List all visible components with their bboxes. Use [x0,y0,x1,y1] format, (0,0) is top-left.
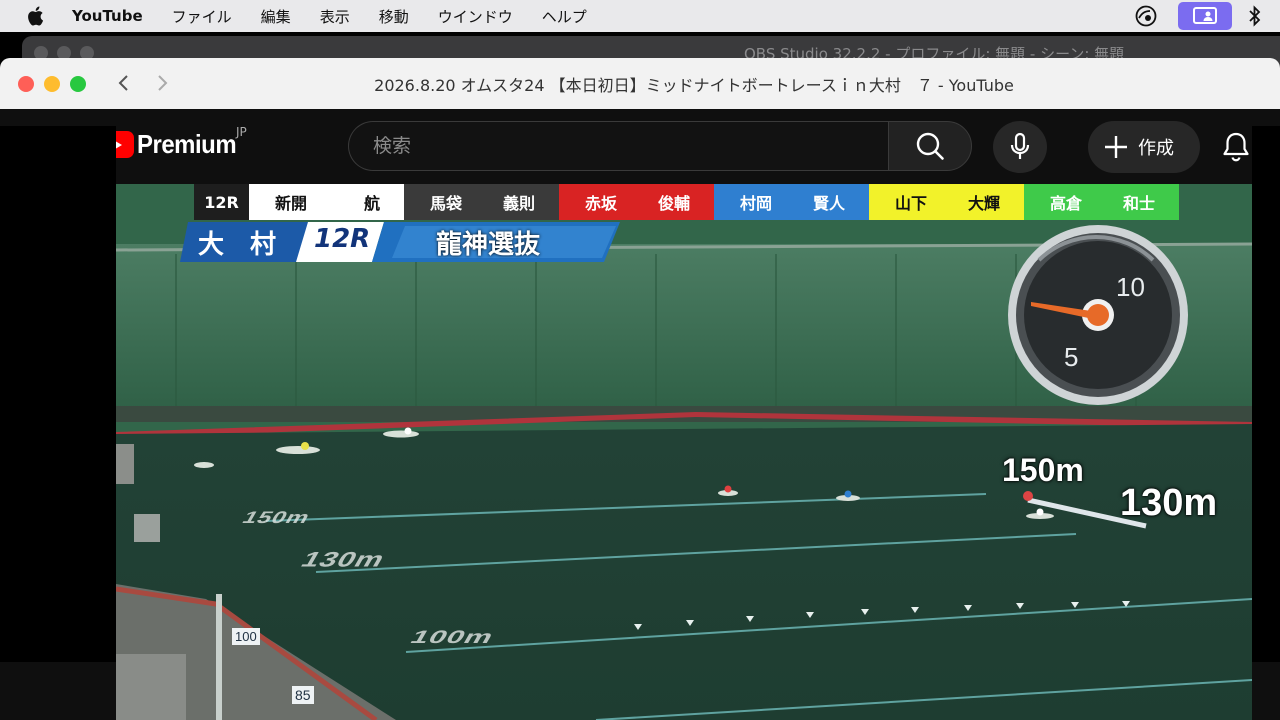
window-title: 2026.8.20 オムスタ24 【本日初日】ミッドナイトボートレースｉｎ大村 … [374,76,1014,95]
lane-1-racer: 新開 航 [249,184,404,220]
lane-3-given: 俊輔 [657,194,690,213]
lane-1-given: 航 [363,194,380,213]
window-titlebar: 2026.8.20 オムスタ24 【本日初日】ミッドナイトボートレースｉｎ大村 … [0,58,1280,109]
menu-view[interactable]: 表示 [320,6,350,27]
search-input[interactable] [371,134,855,158]
lane-6-surname: 高倉 [1050,194,1083,213]
lane-3-surname: 赤坂 [585,194,618,213]
player-letterbox-left [0,126,116,662]
race-title: 龍神選抜 [436,230,541,260]
countdown-clock-icon [1008,225,1188,405]
video-player[interactable]: 12R 新開 航 馬袋 義則 赤坂 俊輔 村岡 賢人 山下 大輝 高倉 和士 大… [116,184,1252,720]
screen-share-icon[interactable] [1178,2,1232,30]
country-code: JP [236,125,247,139]
race-number: 12R [194,184,249,220]
lane-2-given: 義則 [502,194,535,213]
player-letterbox-right [1252,126,1280,662]
buoy-number-85: 85 [292,686,314,704]
create-button[interactable]: 作成 [1088,121,1200,173]
buoy-number-100: 100 [232,628,260,645]
menu-go[interactable]: 移動 [379,6,409,27]
venue-race-number: 12R [314,224,371,254]
lane-4-given: 賢人 [812,194,845,213]
lane-4-racer: 村岡 賢人 [714,184,869,220]
menu-app-name[interactable]: YouTube [72,7,143,25]
clock-label-10: 10 [1116,272,1145,302]
lane-6-racer: 高倉 和士 [1024,184,1179,220]
logo-text: Premium [137,129,237,159]
track-mark-150m: 150m [238,508,315,528]
lane-3-racer: 赤坂 俊輔 [559,184,714,220]
search-button[interactable] [888,121,972,171]
search-icon [916,132,944,160]
venue-name: 大 村 [198,230,277,260]
menubar: YouTube ファイル 編集 表示 移動 ウインドウ ヘルプ [0,0,1280,32]
track-mark-130m: 130m [296,548,391,572]
lane-5-surname: 山下 [895,194,928,213]
lane-5-given: 大輝 [967,194,1000,213]
search-box [348,121,888,171]
apple-icon[interactable] [26,6,46,26]
menu-file[interactable]: ファイル [172,6,232,27]
lane-6-given: 和士 [1122,194,1155,213]
distance-label-150m: 150m [1002,452,1084,488]
notifications-bell-icon[interactable] [1222,131,1250,167]
track-mark-100m: 100m [406,627,499,648]
create-label: 作成 [1138,138,1174,159]
menu-edit[interactable]: 編集 [261,6,291,27]
lane-2-racer: 馬袋 義則 [404,184,559,220]
clock-label-5: 5 [1064,342,1079,372]
distance-label-130m: 130m [1120,482,1218,524]
youtube-header: Premium JP 作成 [0,109,1280,184]
bluetooth-icon[interactable] [1248,5,1262,27]
lane-5-racer: 山下 大輝 [869,184,1024,220]
menu-help[interactable]: ヘルプ [542,6,587,27]
plus-icon [1104,135,1128,159]
menu-window[interactable]: ウインドウ [438,6,513,27]
status-menu-icon[interactable] [1134,4,1158,28]
lane-4-surname: 村岡 [740,194,773,213]
youtube-premium-logo[interactable]: Premium JP [96,125,247,160]
lane-1-surname: 新開 [275,194,308,213]
lane-2-surname: 馬袋 [430,194,463,213]
voice-search-button[interactable] [993,121,1047,173]
microphone-icon [1010,132,1030,159]
racer-scoreboard: 12R 新開 航 馬袋 義則 赤坂 俊輔 村岡 賢人 山下 大輝 高倉 和士 [194,184,1179,220]
